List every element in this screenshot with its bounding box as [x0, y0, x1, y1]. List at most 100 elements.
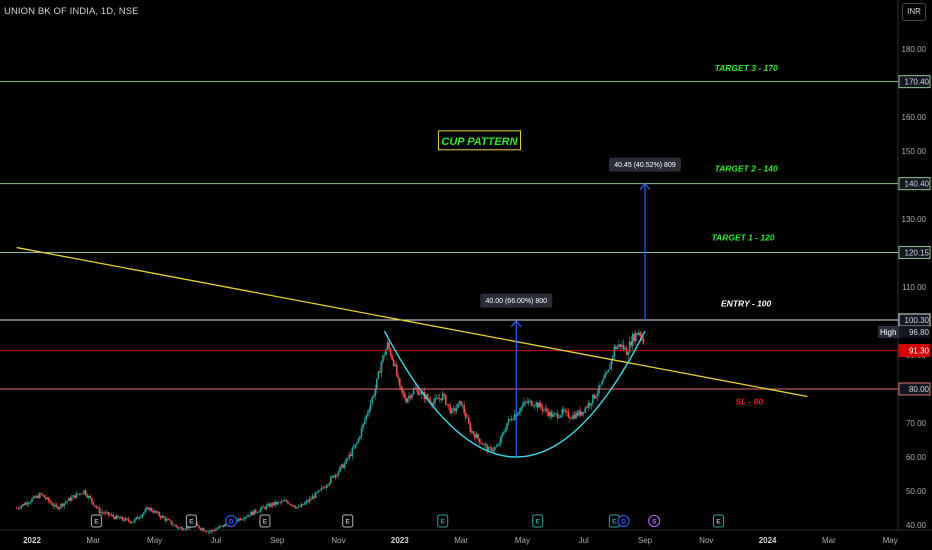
- candle-body: [440, 398, 442, 401]
- candle-body: [104, 512, 107, 514]
- candle-body: [624, 348, 626, 350]
- candle-body: [69, 498, 72, 501]
- candle-body: [596, 392, 599, 397]
- candle-body: [527, 401, 530, 403]
- candle-body: [158, 512, 160, 516]
- candle-body: [87, 495, 90, 498]
- candle-body: [366, 413, 369, 416]
- candle-body: [316, 492, 318, 493]
- candle-body: [127, 518, 130, 521]
- candle-body: [334, 474, 337, 478]
- candle-body: [392, 359, 395, 366]
- candle-body: [345, 458, 347, 464]
- candle-body: [607, 369, 610, 373]
- candle-body: [513, 414, 516, 420]
- candle-body: [457, 403, 459, 409]
- candle-body: [530, 400, 533, 406]
- candle-body: [340, 464, 343, 467]
- candle-body: [569, 417, 571, 419]
- candle-body: [15, 508, 18, 509]
- candle-body: [75, 493, 78, 499]
- candle-body: [564, 410, 567, 412]
- candle-body: [552, 414, 554, 417]
- candle-body: [612, 356, 614, 360]
- candle-body: [124, 518, 127, 521]
- candle-body: [173, 524, 176, 526]
- candle-body: [627, 352, 629, 356]
- level-annotation: TARGET 3 - 170: [715, 63, 778, 73]
- x-tick-label: Jul: [579, 536, 589, 545]
- candle-body: [590, 403, 593, 406]
- candle-body: [325, 486, 328, 488]
- candle-body: [120, 516, 122, 519]
- candle-body: [592, 394, 594, 404]
- candle-body: [29, 501, 32, 503]
- candle-body: [265, 505, 268, 509]
- price-chart[interactable]: 40.0050.0060.0070.0080.0090.00100.00110.…: [0, 0, 932, 550]
- candle-body: [448, 404, 450, 406]
- candle-body: [86, 494, 88, 498]
- candle-body: [359, 436, 361, 439]
- candle-body: [40, 493, 42, 495]
- candle-body: [443, 393, 446, 396]
- candle-body: [247, 515, 249, 517]
- candle-body: [310, 498, 312, 500]
- candle-body: [208, 531, 211, 533]
- candle-body: [80, 493, 82, 495]
- candle-body: [399, 378, 401, 386]
- candle-body: [444, 395, 447, 405]
- candle-body: [162, 516, 165, 518]
- candle-body: [582, 411, 585, 413]
- candle-body: [149, 508, 151, 510]
- candle-body: [372, 396, 375, 398]
- candle-body: [152, 511, 154, 513]
- candle-body: [279, 501, 282, 503]
- candle-body: [538, 402, 541, 408]
- candle-body: [559, 415, 562, 418]
- candle-body: [379, 371, 381, 373]
- candle-body: [242, 518, 245, 520]
- candle-body: [599, 384, 602, 386]
- candle-body: [44, 497, 47, 499]
- event-marker-label: S: [652, 519, 657, 526]
- level-price-label: 140.40: [905, 180, 930, 189]
- candle-body: [397, 375, 400, 379]
- candle-body: [212, 530, 214, 531]
- candle-body: [517, 413, 519, 416]
- candle-body: [291, 505, 294, 506]
- candle-body: [509, 418, 511, 420]
- candle-body: [248, 515, 251, 516]
- candle-body: [25, 502, 27, 505]
- candle-body: [411, 394, 413, 398]
- candle-body: [159, 515, 162, 518]
- candle-body: [385, 349, 387, 356]
- candle-body: [314, 492, 317, 499]
- candle-body: [100, 511, 102, 514]
- candle-body: [556, 413, 559, 418]
- candle-body: [144, 509, 147, 513]
- candle-body: [54, 504, 56, 507]
- candle-body: [561, 409, 564, 416]
- candle-body: [264, 507, 266, 509]
- candle-body: [354, 444, 357, 448]
- candle-body: [386, 342, 389, 350]
- candle-body: [349, 454, 352, 457]
- candle-body: [535, 402, 537, 406]
- candle-body: [331, 476, 334, 477]
- candle-body: [520, 407, 522, 412]
- candle-body: [365, 415, 367, 421]
- candle-body: [501, 433, 504, 437]
- candle-body: [239, 518, 242, 520]
- candle-body: [302, 503, 305, 505]
- candle-body: [313, 496, 315, 499]
- candle-body: [409, 395, 412, 398]
- candle-body: [150, 508, 153, 512]
- candle-body: [64, 502, 67, 504]
- candle-body: [323, 487, 326, 489]
- candle-body: [351, 448, 354, 457]
- candle-body: [199, 528, 202, 530]
- candle-body: [254, 509, 257, 513]
- candle-body: [130, 522, 133, 523]
- candle-body: [175, 524, 177, 527]
- candle-body: [570, 418, 573, 419]
